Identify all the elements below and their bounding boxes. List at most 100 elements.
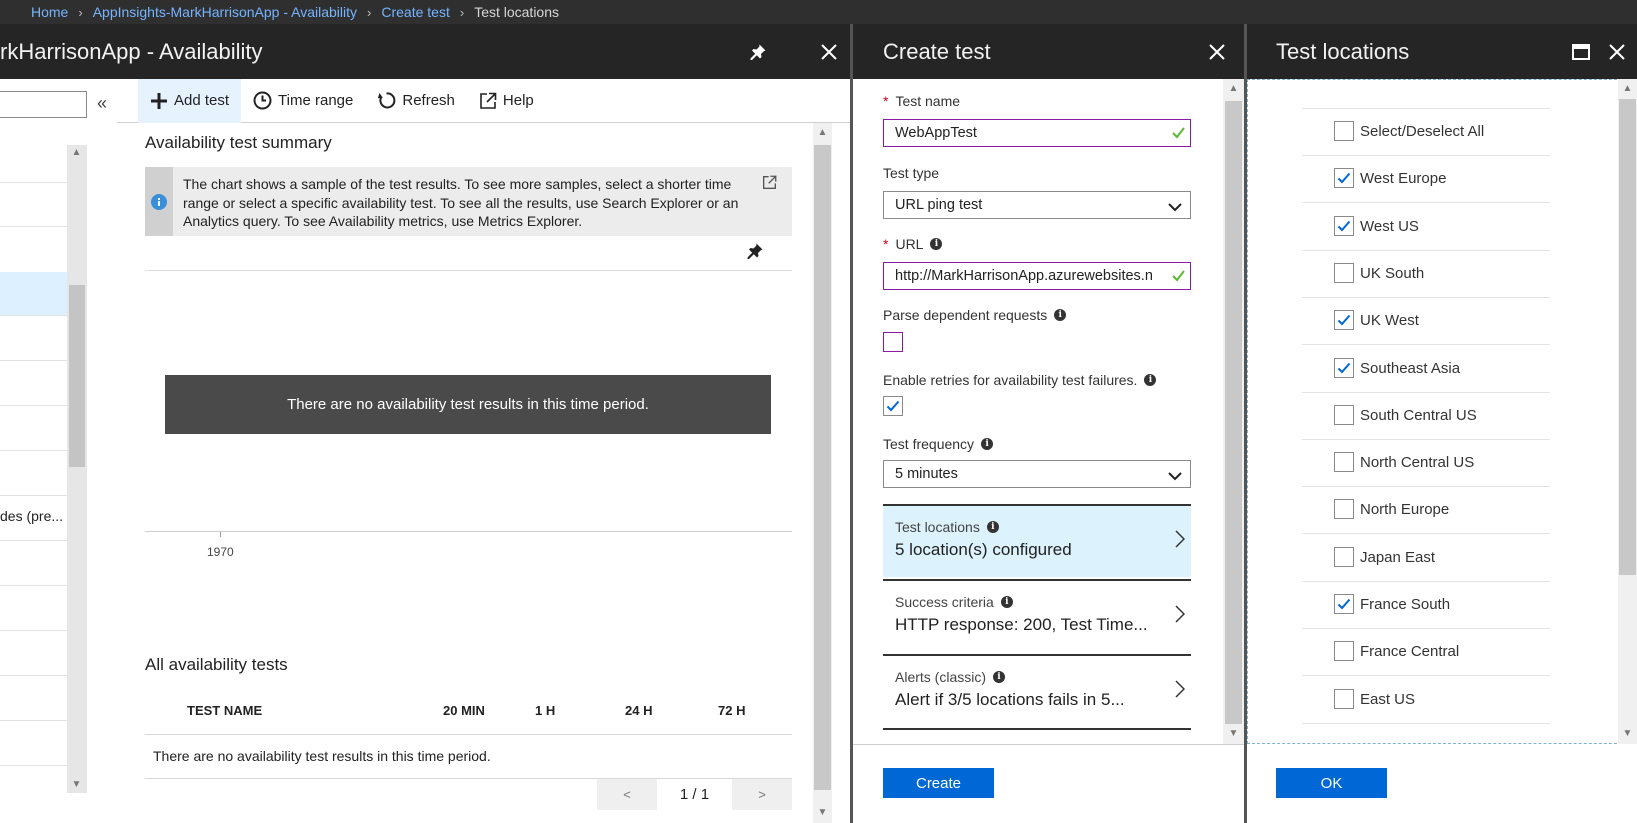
select-all-row[interactable]: Select/Deselect All (1302, 109, 1550, 156)
location-row[interactable]: Japan East (1302, 535, 1550, 582)
test-name-field[interactable]: WebAppTest (883, 119, 1191, 147)
breadcrumb-create-test[interactable]: Create test (381, 4, 449, 20)
create-button[interactable]: Create (883, 768, 994, 798)
list-item[interactable] (0, 676, 67, 721)
pager-prev-button[interactable]: < (597, 779, 657, 810)
column-header-test-name[interactable]: TEST NAME (187, 703, 262, 718)
help-button[interactable]: Help (467, 79, 546, 123)
close-icon[interactable] (1603, 24, 1631, 79)
list-item[interactable] (0, 361, 67, 406)
select-all-checkbox[interactable] (1334, 121, 1354, 141)
location-row[interactable]: West Europe (1302, 156, 1550, 203)
pin-icon[interactable] (744, 24, 772, 79)
scroll-down-icon[interactable]: ▼ (1225, 726, 1242, 742)
list-item[interactable] (0, 541, 67, 586)
info-icon[interactable]: i (981, 438, 994, 450)
location-row[interactable]: East US (1302, 677, 1550, 724)
enable-retries-checkbox[interactable] (883, 396, 903, 416)
list-item[interactable] (0, 451, 67, 496)
location-checkbox[interactable] (1334, 689, 1354, 709)
pager-next-button[interactable]: > (732, 779, 792, 810)
list-item[interactable] (0, 586, 67, 631)
close-icon[interactable] (1203, 24, 1231, 79)
info-icon[interactable]: i (993, 671, 1006, 683)
location-checkbox[interactable] (1334, 594, 1354, 614)
list-item[interactable] (0, 406, 67, 451)
list-item[interactable] (0, 183, 67, 227)
location-checkbox[interactable] (1334, 358, 1354, 378)
column-header-1-h[interactable]: 1 H (535, 703, 555, 718)
location-checkbox[interactable] (1334, 641, 1354, 661)
info-icon[interactable]: i (1000, 596, 1013, 608)
location-row[interactable]: Southeast Asia (1302, 346, 1550, 393)
list-item[interactable] (0, 721, 67, 766)
location-checkbox[interactable] (1334, 168, 1354, 188)
location-row[interactable]: France South (1302, 582, 1550, 629)
scrollbar-thumb[interactable] (1619, 99, 1636, 575)
parse-dependent-checkbox[interactable] (883, 332, 903, 352)
scrollbar-thumb[interactable] (69, 285, 85, 467)
location-checkbox[interactable] (1334, 405, 1354, 425)
scrollbar-thumb[interactable] (814, 145, 831, 790)
close-icon[interactable] (815, 24, 843, 79)
refresh-button[interactable]: Refresh (365, 79, 467, 123)
collapse-icon[interactable]: « (97, 93, 107, 114)
scrollbar-thumb[interactable] (1225, 101, 1242, 724)
list-item[interactable]: des (pre... (0, 496, 67, 541)
breadcrumb-separator: › (78, 4, 83, 20)
location-row[interactable]: UK West (1302, 298, 1550, 345)
scroll-down-icon[interactable]: ▼ (814, 805, 831, 821)
test-frequency-select[interactable]: 5 minutes (883, 460, 1191, 488)
url-field[interactable]: http://MarkHarrisonApp.azurewebsites.n (883, 262, 1191, 290)
info-icon[interactable]: i (930, 238, 943, 250)
scroll-down-icon[interactable]: ▼ (1619, 726, 1636, 742)
location-checkbox[interactable] (1334, 263, 1354, 283)
location-checkbox[interactable] (1334, 499, 1354, 519)
breadcrumb-availability[interactable]: AppInsights-MarkHarrisonApp - Availabili… (93, 4, 357, 20)
scroll-up-icon[interactable]: ▲ (68, 145, 85, 161)
location-row[interactable]: North Central US (1302, 440, 1550, 487)
location-checkbox[interactable] (1334, 310, 1354, 330)
locations-scrollbar[interactable]: ▲ ▼ (1618, 79, 1637, 744)
location-row[interactable]: South Central US (1302, 393, 1550, 440)
location-row[interactable]: West US (1302, 204, 1550, 251)
location-checkbox[interactable] (1334, 216, 1354, 236)
column-header-72-h[interactable]: 72 H (718, 703, 745, 718)
success-criteria-nav-item[interactable]: Success criteria i HTTP response: 200, T… (883, 579, 1191, 652)
ok-button[interactable]: OK (1276, 768, 1387, 798)
pin-icon[interactable] (746, 242, 764, 263)
time-range-button[interactable]: Time range (241, 79, 365, 123)
location-row[interactable]: UK South (1302, 251, 1550, 298)
breadcrumb-home[interactable]: Home (31, 4, 68, 20)
location-checkbox[interactable] (1334, 547, 1354, 567)
menu-search-input[interactable] (0, 91, 87, 118)
add-test-button[interactable]: Add test (138, 78, 242, 123)
test-locations-nav-item[interactable]: Test locations i 5 location(s) configure… (883, 504, 1191, 577)
main-scrollbar[interactable]: ▲ ▼ (813, 123, 832, 823)
scroll-up-icon[interactable]: ▲ (1619, 81, 1636, 97)
info-icon[interactable]: i (1054, 309, 1067, 321)
list-item-selected[interactable] (0, 272, 67, 316)
scroll-up-icon[interactable]: ▲ (814, 125, 831, 141)
required-marker: * (883, 236, 889, 252)
test-locations-label: Test locations (895, 519, 980, 535)
location-checkbox[interactable] (1334, 452, 1354, 472)
create-test-scrollbar[interactable]: ▲ ▼ (1223, 79, 1244, 744)
location-row[interactable]: France Central (1302, 629, 1550, 676)
test-type-select[interactable]: URL ping test (883, 191, 1191, 219)
info-icon[interactable]: i (1144, 374, 1157, 386)
info-icon[interactable]: i (986, 521, 999, 533)
scroll-up-icon[interactable]: ▲ (1225, 81, 1242, 97)
menu-scrollbar[interactable]: ▲ ▼ (67, 145, 87, 793)
list-item[interactable] (0, 316, 67, 361)
footer-divider (853, 744, 1244, 745)
parse-dependent-label-text: Parse dependent requests (883, 307, 1048, 323)
scroll-down-icon[interactable]: ▼ (68, 777, 85, 793)
external-link-icon[interactable] (762, 175, 777, 193)
list-item[interactable] (0, 631, 67, 676)
column-header-24-h[interactable]: 24 H (625, 703, 652, 718)
maximize-icon[interactable] (1567, 24, 1595, 79)
alerts-nav-item[interactable]: Alerts (classic) i Alert if 3/5 location… (883, 654, 1191, 730)
column-header-20-min[interactable]: 20 MIN (443, 703, 485, 718)
location-row[interactable]: North Europe (1302, 487, 1550, 534)
